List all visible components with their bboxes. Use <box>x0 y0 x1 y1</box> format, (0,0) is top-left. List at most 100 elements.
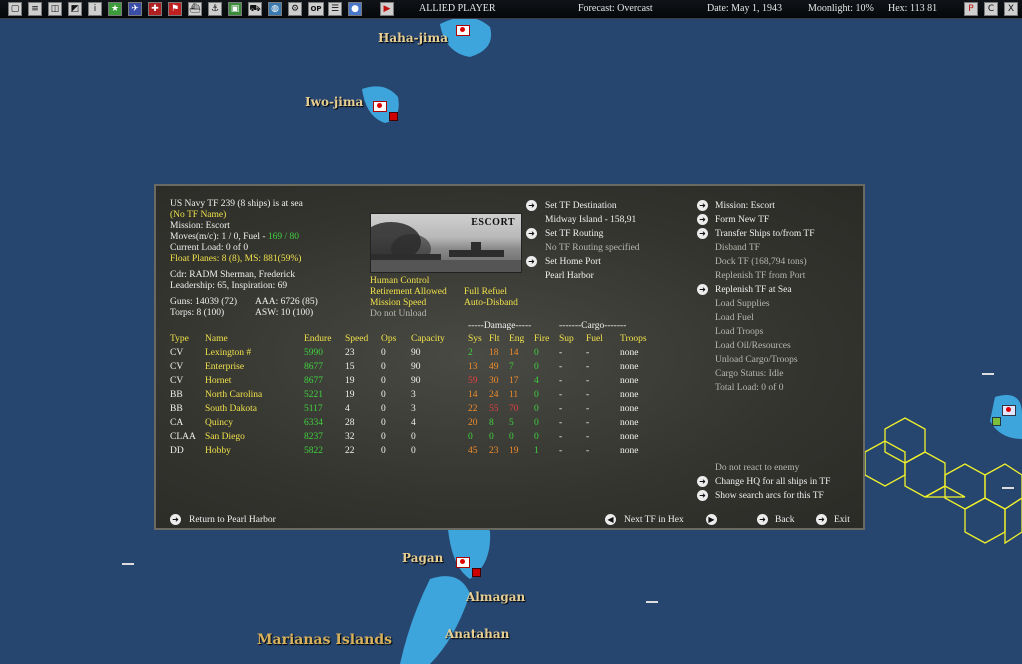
window-icon[interactable]: ▢ <box>8 2 22 16</box>
cell-fire: 0 <box>534 390 539 400</box>
cell-type: CLAA <box>170 432 196 442</box>
col-header-troops[interactable]: Troops <box>620 333 647 345</box>
col-header-flt[interactable]: Flt <box>489 333 500 345</box>
col-header-sup[interactable]: Sup <box>559 333 574 345</box>
col-header-eng[interactable]: Eng <box>509 333 524 345</box>
return-home-button[interactable]: Return to Pearl Harbor <box>189 514 276 526</box>
cell-endure: 6334 <box>304 418 323 428</box>
col-header-speed[interactable]: Speed <box>345 333 368 345</box>
task-force-panel: US Navy TF 239 (8 ships) is at sea (No T… <box>154 184 865 530</box>
cell-sup: - <box>559 348 563 358</box>
cell-name[interactable]: South Dakota <box>205 403 257 415</box>
close-button[interactable]: X <box>1004 2 1018 16</box>
c-button[interactable]: C <box>984 2 998 16</box>
info-icon[interactable]: i <box>88 2 102 16</box>
col-header-fire[interactable]: Fire <box>534 333 549 345</box>
date-label: Date: May 1, 1943 <box>707 3 782 14</box>
plane-icon[interactable]: ✈ <box>128 2 142 16</box>
cell-sup: - <box>559 362 563 372</box>
cell-fire: 0 <box>534 362 539 372</box>
island-label-haha-jima: Haha-jima <box>378 31 448 45</box>
report-icon[interactable]: ◫ <box>48 2 62 16</box>
fleet-icon[interactable]: ⛟ <box>248 2 262 16</box>
cell-name[interactable]: Hobby <box>205 445 231 457</box>
arrow-right-icon[interactable]: ➜ <box>816 514 827 525</box>
cell-sys: 22 <box>468 404 478 414</box>
cell-eng: 17 <box>509 376 519 386</box>
cell-speed: 15 <box>345 362 355 372</box>
cell-fuel: - <box>586 404 590 414</box>
cell-name[interactable]: Quincy <box>205 417 233 429</box>
cell-ops: 0 <box>381 404 386 414</box>
cell-name[interactable]: Lexington # <box>205 347 251 359</box>
col-header-fuel[interactable]: Fuel <box>586 333 603 345</box>
unit-marker-icon[interactable] <box>389 112 398 121</box>
col-header-type[interactable]: Type <box>170 333 189 345</box>
col-header-sys[interactable]: Sys <box>468 333 482 345</box>
col-header-endure[interactable]: Endure <box>304 333 331 345</box>
cell-capacity: 0 <box>411 432 416 442</box>
arrow-right-icon[interactable]: ➜ <box>170 514 181 525</box>
cell-flt: 55 <box>489 404 499 414</box>
circle-icon[interactable]: ● <box>348 2 362 16</box>
cell-flt: 24 <box>489 390 499 400</box>
arrow-left-icon[interactable]: ◀ <box>605 514 616 525</box>
japan-base-icon[interactable] <box>373 101 387 112</box>
cell-name[interactable]: North Carolina <box>205 389 262 401</box>
map-icon[interactable]: ▣ <box>228 2 242 16</box>
arrow-right-icon[interactable]: ➜ <box>757 514 768 525</box>
cross-icon[interactable]: ✚ <box>148 2 162 16</box>
allied-unit-icon[interactable] <box>992 417 1001 426</box>
ship-marker-icon[interactable] <box>122 563 134 568</box>
japan-base-icon[interactable] <box>456 25 470 36</box>
anchor-icon[interactable]: ⚓ <box>208 2 222 16</box>
hex-label: Hex: 113 81 <box>888 3 938 14</box>
cell-name[interactable]: Hornet <box>205 375 231 387</box>
cell-eng: 7 <box>509 362 514 372</box>
flag-icon[interactable]: ⚑ <box>168 2 182 16</box>
star-icon[interactable]: ★ <box>108 2 122 16</box>
player-label: ALLIED PLAYER <box>419 3 496 14</box>
cell-ops: 0 <box>381 418 386 428</box>
report2-icon[interactable]: ◩ <box>68 2 82 16</box>
document-icon[interactable]: ≡ <box>28 2 42 16</box>
col-header-ops[interactable]: Ops <box>381 333 396 345</box>
unit-marker-icon[interactable] <box>472 568 481 577</box>
list-icon[interactable]: ☰ <box>328 2 342 16</box>
ship-marker-icon[interactable] <box>982 373 994 378</box>
cell-troops: none <box>620 432 639 442</box>
globe-icon[interactable]: ◍ <box>268 2 282 16</box>
back-button[interactable]: Back <box>775 514 795 526</box>
ship-table: Type Name Endure Speed Ops Capacity Sys … <box>156 186 863 528</box>
cell-troops: none <box>620 362 639 372</box>
ship-icon[interactable]: ⛴ <box>188 2 202 16</box>
ship-marker-icon[interactable] <box>1002 487 1014 492</box>
cell-speed: 23 <box>345 348 355 358</box>
japan-base-icon[interactable] <box>456 557 470 568</box>
cell-sup: - <box>559 390 563 400</box>
cell-troops: none <box>620 376 639 386</box>
cell-troops: none <box>620 404 639 414</box>
play-icon[interactable]: ▶ <box>380 2 394 16</box>
ship-marker-icon[interactable] <box>646 601 658 606</box>
cell-fire: 0 <box>534 418 539 428</box>
gear-icon[interactable]: ⚙ <box>288 2 302 16</box>
cell-sys: 14 <box>468 390 478 400</box>
exit-button[interactable]: Exit <box>834 514 850 526</box>
cell-name[interactable]: Enterprise <box>205 361 244 373</box>
arrow-right-icon[interactable]: ▶ <box>706 514 717 525</box>
op-icon[interactable]: OP <box>308 2 324 16</box>
next-tf-button[interactable]: Next TF in Hex <box>624 514 684 526</box>
cell-troops: none <box>620 446 639 456</box>
cell-ops: 0 <box>381 362 386 372</box>
cell-capacity: 0 <box>411 446 416 456</box>
island-label-almagan: Almagan <box>466 590 526 604</box>
us-base-icon[interactable] <box>1002 405 1016 416</box>
col-header-capacity[interactable]: Capacity <box>411 333 445 345</box>
col-header-name[interactable]: Name <box>205 333 228 345</box>
cell-endure: 8677 <box>304 362 323 372</box>
cell-capacity: 3 <box>411 390 416 400</box>
flag-button[interactable]: P <box>964 2 978 16</box>
cell-name[interactable]: San Diego <box>205 431 245 443</box>
cell-fuel: - <box>586 348 590 358</box>
